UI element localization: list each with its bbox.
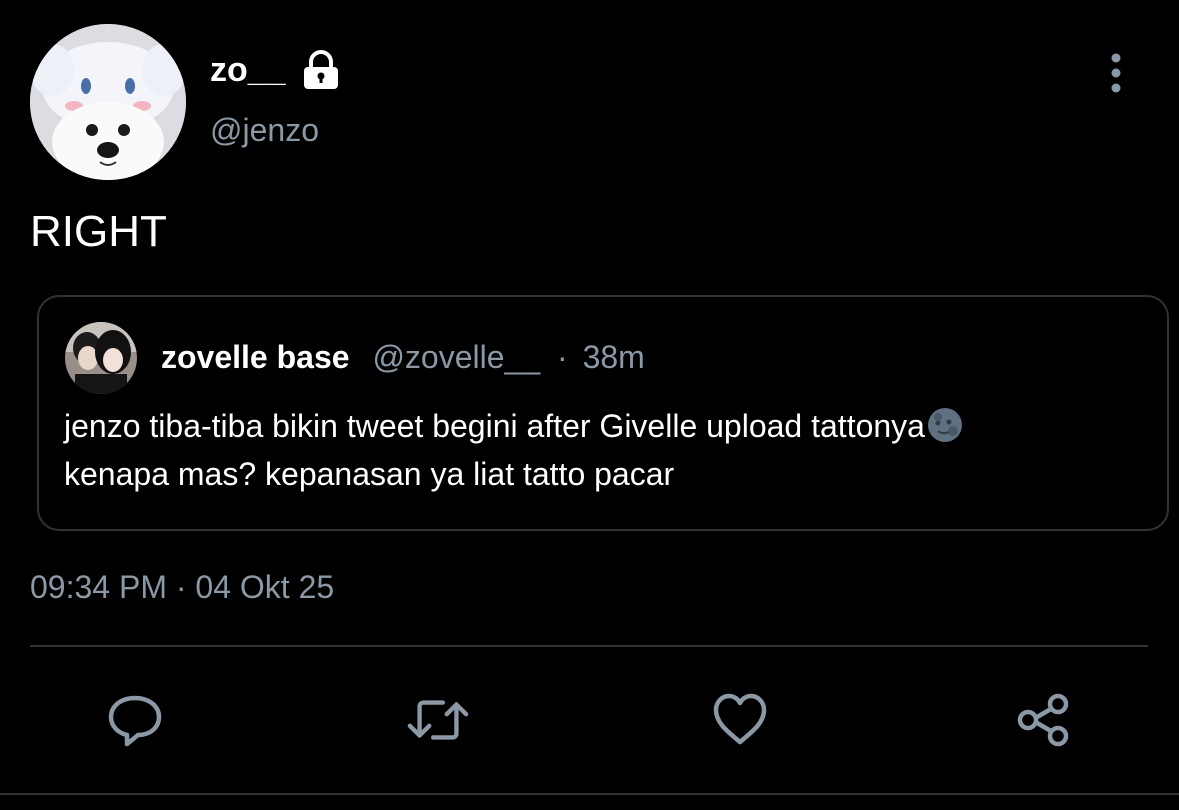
comment-icon [108,695,162,747]
quoted-separator: · [557,339,568,375]
share-icon [1017,693,1069,747]
more-options-icon[interactable] [1098,52,1134,96]
quoted-line-2: kenapa mas? kepanasan ya liat tatto paca… [64,456,675,492]
retweet-button[interactable] [406,688,470,752]
quoted-author-avatar[interactable] [65,322,137,394]
tweet-timestamp[interactable]: 09:34 PM · 04 Okt 25 [30,566,334,608]
reply-button[interactable] [103,688,167,752]
couple-photo-avatar-icon [65,322,137,394]
new-moon-face-emoji [927,407,963,453]
share-button[interactable] [1012,688,1076,752]
author-handle[interactable]: @jenzo [210,110,319,150]
tweet-detail: zo__ @jenzo RIGHT zovelle base @zovelle_… [0,0,1179,810]
quoted-tweet-header: zovelle base @zovelle__ · 38m [161,335,645,379]
quoted-line-1: jenzo tiba-tiba bikin tweet begini after… [64,405,1154,453]
quoted-line-1-text: jenzo tiba-tiba bikin tweet begini after… [64,408,925,444]
like-button[interactable] [708,688,772,752]
heart-icon [713,693,767,745]
quoted-tweet-card[interactable]: zovelle base @zovelle__ · 38m jenzo tiba… [37,295,1169,531]
divider [30,645,1148,647]
lock-icon [300,49,342,91]
retweet-icon [407,700,469,740]
bottom-divider [0,793,1179,795]
quoted-handle[interactable]: @zovelle__ [372,339,540,375]
tweet-text: RIGHT [30,207,167,256]
quoted-display-name[interactable]: zovelle base [161,339,350,375]
display-name-text: zo__ [210,51,286,89]
quoted-age: 38m [582,339,645,375]
author-display-name[interactable]: zo__ [210,48,342,92]
quoted-tweet-text: jenzo tiba-tiba bikin tweet begini after… [64,405,1154,495]
author-avatar[interactable] [30,24,186,180]
dog-avatar-icon [30,24,186,180]
